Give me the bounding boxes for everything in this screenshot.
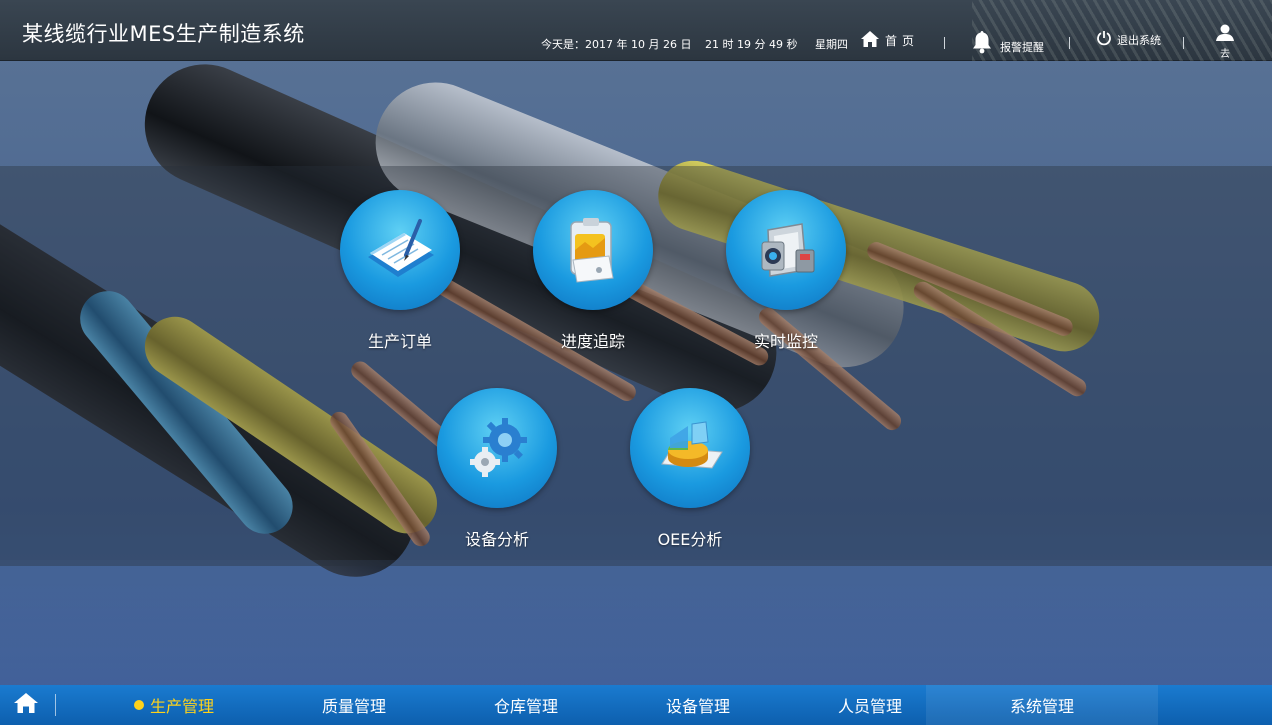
logout-link[interactable]: 退出系统 (1096, 30, 1161, 49)
tile-label: 设备分析 (464, 530, 529, 549)
current-datetime: 今天是：2017 年 10 月 26 日 21 时 19 分 49 秒 星期四 (541, 36, 848, 52)
tile-progress-tracking[interactable]: 进度追踪 (523, 190, 663, 352)
gears-icon (437, 388, 557, 508)
active-dot-icon (133, 700, 144, 710)
nav-quality-management[interactable]: 质量管理 (268, 685, 440, 725)
tile-oee-analysis[interactable]: OEE分析 (620, 388, 760, 550)
nav-warehouse-management[interactable]: 仓库管理 (440, 685, 612, 725)
alarm-link[interactable]: 报警提醒 (972, 30, 1044, 57)
tile-label: OEE分析 (657, 530, 723, 549)
nav-production-management[interactable]: 生产管理 (88, 685, 260, 725)
power-icon (1096, 30, 1112, 49)
home-label: 首页 (885, 34, 920, 48)
top-bar: 某线缆行业MES生产制造系统 今天是：2017 年 10 月 26 日 21 时… (0, 0, 1272, 61)
nav-label: 人员管理 (837, 697, 902, 716)
progress-tracking-icon (533, 190, 653, 310)
bell-icon (972, 30, 992, 57)
nav-label: 生产管理 (149, 697, 214, 716)
tile-realtime-monitor[interactable]: 实时监控 (716, 190, 856, 352)
user-name: 去 (1220, 49, 1230, 60)
tile-label: 生产订单 (367, 332, 432, 351)
home-icon (13, 692, 39, 718)
nav-label: 质量管理 (321, 697, 386, 716)
logout-label: 退出系统 (1117, 33, 1161, 47)
date-text: 2017 年 10 月 26 日 (585, 38, 692, 51)
tile-equipment-analysis[interactable]: 设备分析 (427, 388, 567, 550)
app-title: 某线缆行业MES生产制造系统 (22, 22, 305, 46)
separator (1069, 37, 1070, 49)
nav-equipment-management[interactable]: 设备管理 (612, 685, 784, 725)
tile-label: 进度追踪 (560, 332, 625, 351)
weekday-text: 星期四 (814, 38, 848, 51)
user-icon (1215, 24, 1235, 45)
pie-chart-icon (630, 388, 750, 508)
home-button[interactable] (12, 692, 40, 718)
nav-label: 系统管理 (1009, 697, 1074, 716)
home-link[interactable]: 首页 (860, 30, 919, 51)
bottom-nav: 生产管理 质量管理 仓库管理 设备管理 人员管理 系统管理 (0, 685, 1272, 725)
home-icon (860, 30, 880, 51)
tile-production-order[interactable]: 生产订单 (330, 190, 470, 352)
date-prefix: 今天是： (541, 38, 585, 51)
surveillance-camera-icon (726, 190, 846, 310)
separator (1183, 37, 1184, 49)
tile-label: 实时监控 (753, 332, 818, 351)
nav-system-management[interactable]: 系统管理 (926, 685, 1158, 725)
separator (944, 37, 945, 49)
nav-label: 设备管理 (665, 697, 730, 716)
user-menu[interactable]: 去 (1214, 24, 1236, 60)
alarm-label: 报警提醒 (1000, 40, 1044, 54)
nav-label: 仓库管理 (493, 697, 558, 716)
time-text: 21 时 19 分 49 秒 (704, 38, 798, 51)
nav-divider (55, 694, 56, 716)
order-document-icon (340, 190, 460, 310)
